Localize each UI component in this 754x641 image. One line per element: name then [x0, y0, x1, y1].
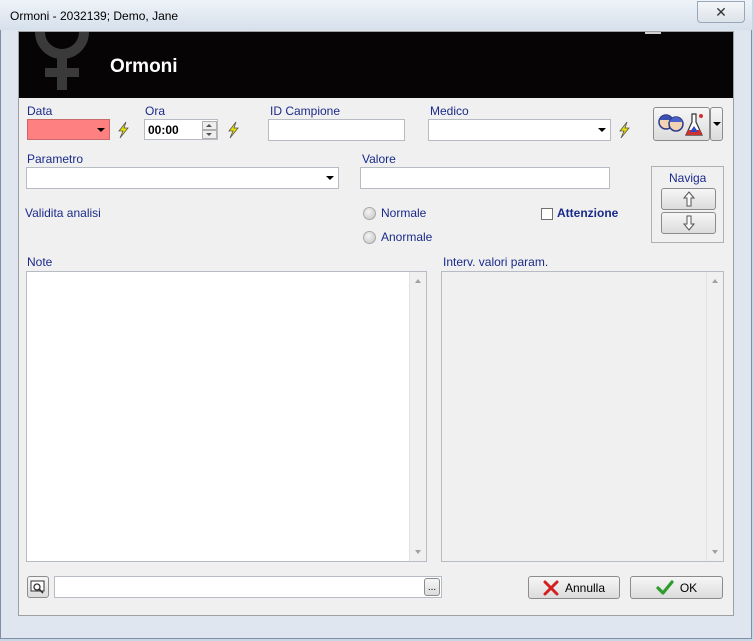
title-bar: Ormoni - 2032139; Demo, Jane — [0, 0, 752, 30]
attenzione-label[interactable]: Attenzione — [557, 206, 618, 220]
interv-textarea[interactable] — [441, 271, 724, 562]
chevron-down-icon — [326, 176, 334, 180]
close-button[interactable]: ✕ — [697, 1, 745, 23]
scroll-up-icon — [712, 279, 718, 283]
normale-radio[interactable] — [363, 207, 376, 220]
lab-people-button[interactable] — [653, 107, 710, 141]
ora-spin-up[interactable] — [202, 121, 217, 130]
checkmark-icon — [656, 579, 674, 595]
people-flask-icon — [658, 113, 703, 136]
lightning-icon[interactable] — [225, 121, 241, 139]
scroll-up-icon — [415, 279, 421, 283]
note-scrollbar[interactable] — [409, 272, 426, 561]
validita-label: Validita analisi — [25, 206, 101, 220]
header-title: Ormoni — [110, 56, 178, 77]
normale-label[interactable]: Normale — [381, 206, 426, 220]
window-title: Ormoni - 2032139; Demo, Jane — [10, 9, 179, 23]
anormale-label[interactable]: Anormale — [381, 230, 432, 244]
minimize-dash-icon — [645, 32, 661, 34]
id-campione-label: ID Campione — [270, 104, 341, 118]
female-symbol-icon — [35, 32, 89, 90]
data-label: Data — [27, 104, 53, 118]
arrow-up-icon — [682, 191, 695, 207]
ora-time-field[interactable]: 00:00 — [144, 119, 218, 140]
spin-up-icon — [206, 124, 212, 127]
annulla-button[interactable]: Annulla — [528, 576, 620, 599]
note-textarea[interactable] — [26, 271, 427, 562]
medico-combobox[interactable] — [428, 119, 611, 141]
valore-label: Valore — [362, 152, 396, 166]
ok-label: OK — [679, 580, 698, 595]
interv-label: Interv. valori param. — [443, 255, 549, 269]
annulla-label: Annulla — [564, 580, 606, 595]
naviga-up-button[interactable] — [661, 188, 716, 210]
chevron-down-icon — [598, 128, 606, 132]
lab-menu-dropdown[interactable] — [710, 107, 723, 141]
bottom-text-field[interactable]: ... — [54, 576, 442, 598]
browse-button[interactable]: ... — [424, 578, 440, 596]
cancel-x-icon — [543, 580, 559, 595]
scroll-down-icon — [415, 550, 421, 554]
ora-value: 00:00 — [148, 123, 179, 137]
spin-down-icon — [206, 133, 212, 136]
valore-input[interactable] — [360, 167, 610, 189]
lightning-icon[interactable] — [616, 121, 632, 139]
anormale-radio[interactable] — [363, 231, 376, 244]
medico-label: Medico — [430, 104, 469, 118]
magnifier-window-icon — [30, 580, 45, 594]
chevron-down-icon — [712, 122, 721, 126]
ora-label: Ora — [145, 104, 166, 118]
scroll-down-icon — [712, 550, 718, 554]
id-campione-input[interactable] — [268, 119, 405, 141]
parametro-label: Parametro — [27, 152, 84, 166]
data-date-picker[interactable] — [27, 119, 110, 140]
attenzione-checkbox[interactable] — [541, 208, 553, 220]
naviga-down-button[interactable] — [661, 212, 716, 234]
interv-scrollbar[interactable] — [706, 272, 723, 561]
lightning-icon[interactable] — [115, 121, 131, 139]
ora-spin-down[interactable] — [202, 130, 217, 139]
note-label: Note — [27, 255, 53, 269]
ok-button[interactable]: OK — [630, 576, 723, 599]
chevron-down-icon — [97, 128, 105, 132]
naviga-group: Naviga — [651, 166, 724, 243]
naviga-label: Naviga — [669, 171, 707, 185]
parametro-combobox[interactable] — [26, 167, 339, 189]
preview-button[interactable] — [27, 576, 49, 598]
arrow-down-icon — [682, 215, 695, 231]
